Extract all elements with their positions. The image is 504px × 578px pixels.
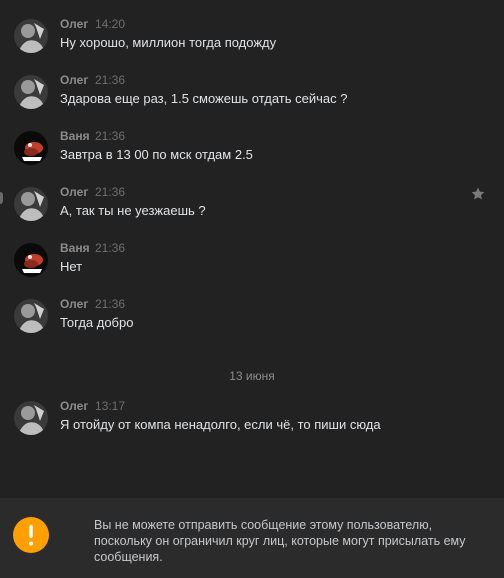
oleg-avatar[interactable] xyxy=(14,75,48,109)
message-time: 21:36 xyxy=(95,185,126,199)
message-text: А, так ты не уезжаешь ? xyxy=(60,203,206,218)
message-text: Ну хорошо, миллион тогда подожду xyxy=(60,35,277,50)
message-item[interactable]: Олег 21:36 Тогда добро xyxy=(0,296,504,344)
author-name[interactable]: Олег xyxy=(60,73,88,87)
write-restriction-notice: Вы не можете отправить сообщение этому п… xyxy=(0,498,504,578)
message-text: Нет xyxy=(60,259,83,274)
author-name[interactable]: Олег xyxy=(60,399,88,413)
oleg-avatar[interactable] xyxy=(14,187,48,221)
message-time: 14:20 xyxy=(95,17,126,31)
message-text: Тогда добро xyxy=(60,315,134,330)
message-item[interactable]: Ваня 21:36 Завтра в 13 00 по мск отдам 2… xyxy=(0,128,504,176)
oleg-avatar[interactable] xyxy=(14,19,48,53)
author-name[interactable]: Олег xyxy=(60,185,88,199)
message-time: 21:36 xyxy=(95,297,126,311)
oleg-avatar[interactable] xyxy=(14,299,48,333)
message-item[interactable]: Олег 13:17 Я отойду от компа ненадолго, … xyxy=(0,398,504,446)
hover-indicator xyxy=(0,192,3,204)
oleg-avatar[interactable] xyxy=(14,401,48,435)
author-name[interactable]: Олег xyxy=(60,297,88,311)
vanya-avatar[interactable] xyxy=(14,243,48,277)
message-item[interactable]: Ваня 21:36 Нет xyxy=(0,240,504,288)
author-name[interactable]: Ваня xyxy=(60,241,90,255)
message-item[interactable]: Олег 21:36 Здарова еще раз, 1.5 сможешь … xyxy=(0,72,504,120)
vanya-avatar[interactable] xyxy=(14,131,48,165)
date-separator: 13 июня xyxy=(229,369,275,383)
message-time: 21:36 xyxy=(95,241,126,255)
message-item[interactable]: Олег 14:20 Ну хорошо, миллион тогда подо… xyxy=(0,16,504,64)
exclamation-icon xyxy=(13,517,49,553)
message-time: 13:17 xyxy=(95,399,126,413)
notice-text: Вы не можете отправить сообщение этому п… xyxy=(94,518,466,564)
star-icon[interactable] xyxy=(470,186,486,202)
author-name[interactable]: Олег xyxy=(60,17,88,31)
message-time: 21:36 xyxy=(95,73,126,87)
message-time: 21:36 xyxy=(95,129,126,143)
message-item[interactable]: Олег 21:36 А, так ты не уезжаешь ? xyxy=(0,184,504,232)
message-text: Я отойду от компа ненадолго, если чё, то… xyxy=(60,417,381,432)
message-text: Завтра в 13 00 по мск отдам 2.5 xyxy=(60,147,253,162)
message-text: Здарова еще раз, 1.5 сможешь отдать сейч… xyxy=(60,91,348,106)
author-name[interactable]: Ваня xyxy=(60,129,90,143)
